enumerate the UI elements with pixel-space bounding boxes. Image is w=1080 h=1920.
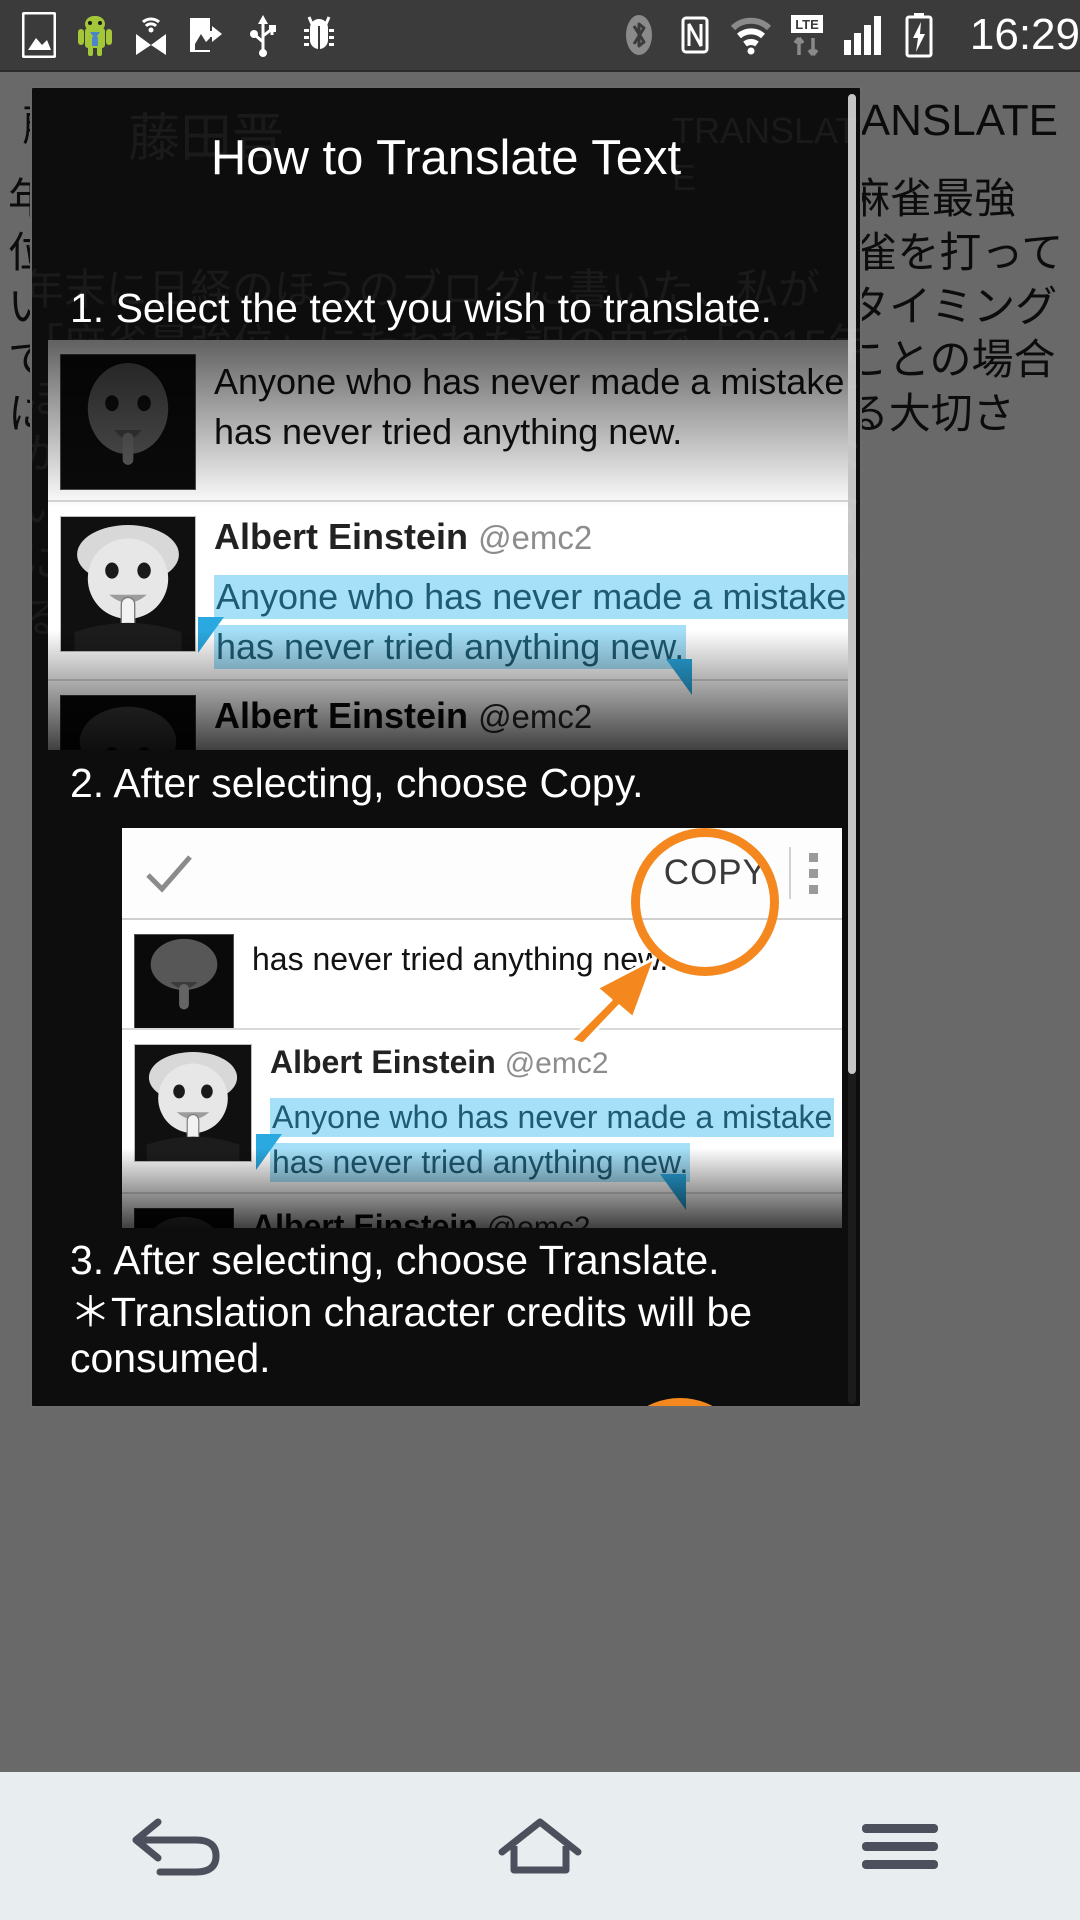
tweet-author-handle: @emc2 [504,1047,609,1080]
tweet-body: Albert Einstein @emc2 Anyone who has nev… [252,1044,835,1210]
back-button[interactable] [80,1772,280,1920]
avatar [134,1044,252,1162]
how-to-translate-dialog: 藤田晋 TRANSLATE 年末に日経のほうのブログに書いた、私が「麻雀最強位」… [30,86,862,1408]
tweet-author: Albert Einstein @emc2 [270,1044,830,1082]
tweet-row[interactable]: Anyone who has never made a mistake has … [48,340,848,500]
step-2-text: 2. After selecting, choose Copy. [70,760,644,806]
screenshot-step-2: COPY has never tried anything new. Alber… [122,828,842,1228]
tweet-row[interactable]: has never tried anything new. [122,920,842,1028]
screen: LTE 16:29 藤田晋 TRANSLATE 年末に日経のほうのブログに書いた… [0,0,1080,1920]
selected-text-line-2[interactable]: has never tried anything new. [270,1142,691,1182]
avatar [60,354,196,490]
nfc-icon [674,12,716,58]
dialog-title: How to Translate Text [210,131,682,185]
tweet-text-line-1: Anyone who has never made a mistake [214,361,845,402]
step-1-text: 1. Select the text you wish to translate… [70,285,772,331]
status-bar-left-icons [0,12,618,58]
tweet-author: Albert Einstein @emc2 [252,1208,830,1228]
translate-highlight-ring [610,1398,750,1406]
selected-text-line-1[interactable]: Anyone who has never made a mistake [270,1097,835,1137]
tweet-author-name: Albert Einstein [214,516,469,557]
tweet-author: Albert Einstein @emc2 [214,516,836,557]
tweet-body: Albert Einstein @emc2 Anyone who has nev… [234,1208,830,1228]
tweet-text-line-2: has never tried anything new. [214,410,683,452]
tweet-author-name: Albert Einstein [252,1207,478,1228]
wifi-icon [730,12,772,58]
tweet-author-name: Albert Einstein [270,1044,496,1080]
svg-text:LTE: LTE [795,17,819,32]
arrow-pointer-icon [563,944,673,1046]
tweet-author: Albert Einstein @emc2 [214,695,836,736]
screenshot-step-1: Anyone who has never made a mistake has … [48,340,848,750]
avatar [60,516,196,652]
tweet-body: Albert Einstein @emc2 Anyone who has nev… [196,695,844,750]
gallery-icon [18,12,60,58]
tweet-body: has never tried anything new. [234,934,830,1018]
tweet-author-handle: @emc2 [486,1210,591,1228]
tweet-body: Anyone who has never made a mistake has … [196,354,845,490]
selection-handle-left[interactable] [256,1133,282,1170]
tweet-body: Albert Einstein @emc2 Anyone who has nev… [196,516,848,696]
bluetooth-icon [618,12,660,58]
recents-button[interactable] [800,1772,1000,1920]
home-button[interactable] [440,1772,640,1920]
tweet-author-name: Albert Einstein [214,695,469,737]
tweet-row-selected[interactable]: Albert Einstein @emc2 Anyone who has nev… [122,1030,842,1210]
tweet-row[interactable]: Albert Einstein @emc2 Anyone who has nev… [48,681,848,750]
tweet-text-line-2: has never tried anything new. [252,941,669,977]
tweet-row[interactable]: Albert Einstein @emc2 Anyone who has nev… [122,1194,842,1228]
selection-handle-left[interactable] [198,617,224,654]
bug-icon [298,12,340,58]
status-bar: LTE 16:29 [0,0,1080,72]
tweet-author-handle: @emc2 [478,698,593,736]
lte-icon: LTE [786,12,828,58]
android-robot-icon [74,12,116,58]
status-bar-clock: 16:29 [969,10,1080,59]
selected-text-line-2[interactable]: has never tried anything new. [214,625,687,670]
avatar [134,1207,234,1228]
dialog-content: 藤田晋 TRANSLATE 年末に日経のほうのブログに書いた、私が「麻雀最強位」… [32,88,860,1406]
usb-icon [242,12,284,58]
navigation-bar [0,1772,1080,1920]
avatar [60,695,196,750]
screencast-icon [130,12,172,58]
screenshot-icon [186,12,228,58]
overflow-menu-icon[interactable] [809,852,826,894]
tweet-text-line-1: Anyone who has never made a mistake [214,747,844,750]
avatar [134,934,234,1028]
battery-charging-icon [898,12,940,58]
selected-text-line-1[interactable]: Anyone who has never made a mistake [214,575,848,620]
checkmark-icon[interactable] [138,843,198,903]
step-3-note: ＊Translation character credits will be c… [70,1289,753,1381]
copy-button[interactable]: COPY [664,853,787,893]
dialog-scrollbar-thumb[interactable] [848,94,856,1074]
tweet-author-handle: @emc2 [478,519,593,556]
status-bar-right-icons: LTE [618,12,960,58]
tweet-row-selected[interactable]: Albert Einstein @emc2 Anyone who has nev… [48,502,848,696]
text-selection-action-bar: COPY [122,828,842,920]
action-bar-divider [789,847,791,899]
step-3-text: 3. After selecting, choose Translate. [70,1237,720,1283]
signal-bars-icon [842,12,884,58]
